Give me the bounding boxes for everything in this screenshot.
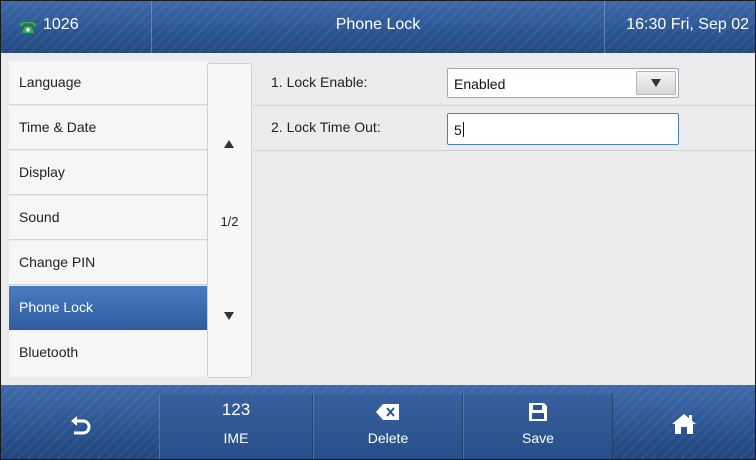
menu-scrollbar: 1/2: [207, 63, 252, 378]
settings-menu: Language Time & Date Display Sound Chang…: [9, 61, 207, 379]
softkey-bar: 123 IME Delete Save: [1, 385, 755, 459]
menu-item-label: Language: [19, 74, 82, 90]
menu-item-label: Display: [19, 164, 65, 180]
lock-enable-select[interactable]: Enabled: [447, 68, 679, 98]
menu-item-change-pin[interactable]: Change PIN: [9, 241, 207, 285]
phone-screen: 1026 Phone Lock 16:30 Fri, Sep 02 Langua…: [0, 0, 756, 460]
account-number: 1026: [43, 16, 79, 33]
save-softkey[interactable]: Save: [463, 394, 613, 459]
lock-enable-value: Enabled: [454, 76, 506, 92]
text-cursor: [462, 122, 464, 137]
delete-label: Delete: [367, 430, 409, 446]
phone-icon: [19, 21, 37, 34]
menu-item-time-date[interactable]: Time & Date: [9, 106, 207, 150]
lock-time-out-text: 5: [454, 122, 462, 138]
scroll-up-icon[interactable]: [224, 140, 234, 148]
page-title: Phone Lock: [335, 16, 421, 33]
ime-mode: 123: [221, 400, 251, 419]
menu-item-sound[interactable]: Sound: [9, 196, 207, 240]
menu-item-bluetooth[interactable]: Bluetooth: [9, 331, 207, 377]
account-area[interactable]: 1026: [1, 1, 152, 53]
clock: 16:30 Fri, Sep 02: [626, 16, 749, 33]
menu-item-phone-lock[interactable]: Phone Lock: [9, 286, 207, 330]
ime-label: IME: [223, 430, 249, 446]
back-arrow-icon: [71, 416, 91, 435]
menu-item-display[interactable]: Display: [9, 151, 207, 195]
menu-item-label: Time & Date: [19, 119, 97, 135]
dropdown-arrow-icon[interactable]: [636, 71, 676, 95]
title-bar: 1026 Phone Lock 16:30 Fri, Sep 02: [1, 1, 755, 53]
settings-panel: 1. Lock Enable: Enabled 2. Lock Time Out…: [253, 61, 755, 379]
menu-item-language[interactable]: Language: [9, 61, 207, 105]
lock-enable-label: 1. Lock Enable:: [271, 74, 368, 90]
backspace-icon: [376, 404, 399, 420]
delete-softkey[interactable]: Delete: [313, 394, 463, 459]
clock-area: 16:30 Fri, Sep 02: [604, 1, 755, 53]
lock-enable-row: 1. Lock Enable: Enabled: [253, 61, 755, 106]
ime-softkey[interactable]: 123 IME: [159, 394, 313, 459]
back-button[interactable]: [1, 394, 159, 459]
page-indicator: 1/2: [220, 214, 239, 229]
menu-item-label: Bluetooth: [19, 344, 79, 360]
save-label: Save: [522, 430, 554, 446]
floppy-disk-icon: [529, 403, 547, 421]
home-button[interactable]: [613, 394, 755, 459]
lock-time-out-label: 2. Lock Time Out:: [271, 119, 381, 135]
menu-item-label: Phone Lock: [19, 299, 93, 315]
lock-time-out-input[interactable]: 5: [447, 113, 679, 145]
home-icon: [672, 414, 696, 434]
lock-time-out-value: 5: [454, 122, 464, 138]
menu-item-label: Change PIN: [19, 254, 96, 270]
menu-item-label: Sound: [19, 209, 60, 225]
scroll-down-icon[interactable]: [224, 312, 234, 320]
